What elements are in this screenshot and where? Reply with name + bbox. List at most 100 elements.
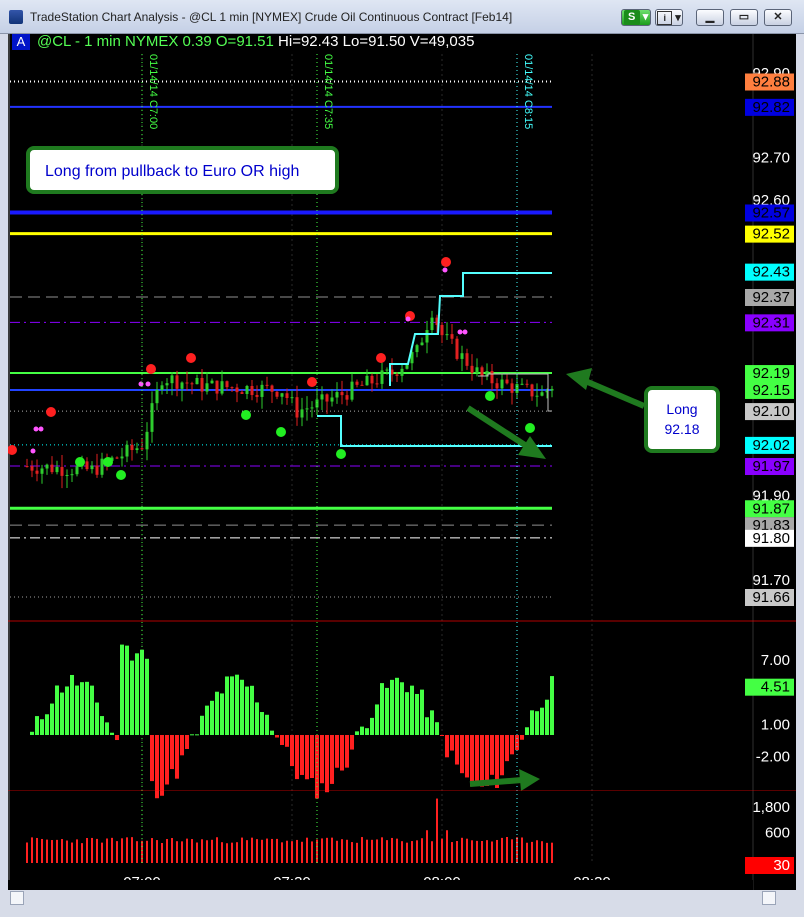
candle-body xyxy=(25,466,29,468)
osc-bar xyxy=(405,692,409,735)
osc-bar xyxy=(300,735,304,775)
osc-bar xyxy=(535,711,539,735)
osc-bar xyxy=(75,685,79,735)
info-button[interactable]: i ▾ xyxy=(655,9,683,26)
volume-bar xyxy=(436,798,438,863)
scroll-right-button[interactable] xyxy=(762,891,776,905)
osc-bar xyxy=(60,692,64,735)
osc-bar xyxy=(355,731,359,735)
osc-bar xyxy=(275,735,279,738)
volume-bar xyxy=(346,839,348,863)
volume-bar xyxy=(266,838,268,863)
candle-body xyxy=(175,375,179,389)
osc-bar xyxy=(30,731,34,735)
osc-bar xyxy=(440,735,444,736)
x-axis-strip xyxy=(8,880,753,890)
signal-dot xyxy=(146,364,156,374)
strategy-button[interactable]: S ▾ xyxy=(621,9,651,26)
osc-bar xyxy=(370,717,374,735)
candle-body xyxy=(470,365,474,373)
candle-body xyxy=(230,387,234,389)
volume-bar xyxy=(276,838,278,863)
volume-bar xyxy=(396,838,398,863)
osc-bar xyxy=(150,735,154,782)
osc-bar xyxy=(95,702,99,735)
candle-body xyxy=(285,393,289,399)
signal-dot xyxy=(75,457,85,467)
volume-bar xyxy=(141,841,143,863)
volume-bar xyxy=(356,842,358,863)
osc-bar xyxy=(475,735,479,784)
osc-bar xyxy=(40,719,44,735)
candle-body xyxy=(350,381,354,400)
volume-bar xyxy=(426,830,428,863)
osc-bar xyxy=(465,735,469,778)
volume-bar xyxy=(61,839,63,863)
volume-bar xyxy=(461,837,463,863)
signal-dot xyxy=(38,426,44,432)
volume-bar xyxy=(191,839,193,863)
osc-bar xyxy=(550,676,554,735)
volume-bar xyxy=(316,839,318,863)
volume-bar xyxy=(171,838,173,863)
horizontal-scrollbar[interactable] xyxy=(0,890,804,917)
candle-body xyxy=(370,375,374,384)
chart-a-badge[interactable]: A xyxy=(12,34,30,50)
volume-bar xyxy=(406,842,408,863)
volume-bar xyxy=(41,838,43,863)
candle-body xyxy=(345,395,349,400)
candle-body xyxy=(305,408,309,410)
symbol-text: @CL - 1 min NYMEX 0.39 O=91.51 xyxy=(37,33,274,50)
signal-dot xyxy=(457,329,463,335)
annotation-long-box[interactable] xyxy=(644,386,720,453)
candle-body xyxy=(85,461,89,470)
chart-canvas[interactable]: 07:0007:3008:0008:3092.9092.7092.6091.90… xyxy=(8,34,796,890)
osc-bar xyxy=(325,735,329,793)
candle-body xyxy=(335,392,339,398)
volume-bar xyxy=(326,837,328,863)
volume-bar xyxy=(131,837,133,863)
candle-body xyxy=(530,384,534,397)
osc-bar xyxy=(165,735,169,785)
candle-body xyxy=(455,338,459,359)
scroll-left-button[interactable] xyxy=(10,891,24,905)
osc-bar xyxy=(90,685,94,735)
osc-bar xyxy=(520,735,524,740)
info-button-label: i xyxy=(657,11,673,25)
close-icon: ✕ xyxy=(773,11,783,23)
volume-bar xyxy=(201,839,203,863)
candle-body xyxy=(45,464,49,469)
osc-bar xyxy=(490,735,494,775)
volume-bar xyxy=(216,837,218,863)
indicator-lines xyxy=(8,257,552,480)
volume-bar xyxy=(381,837,383,863)
candle-body xyxy=(355,381,359,385)
close-button[interactable]: ✕ xyxy=(764,9,792,26)
signal-dot xyxy=(307,377,317,387)
volume-bar xyxy=(56,839,58,863)
candle-body xyxy=(270,385,274,392)
volume-bar xyxy=(506,837,508,863)
candle-body xyxy=(120,456,124,459)
level-label: 92.43 xyxy=(752,264,790,281)
volume-bar xyxy=(531,841,533,863)
osc-bar xyxy=(110,732,114,735)
candle-body xyxy=(140,448,144,450)
candle-body xyxy=(145,431,149,450)
volume-bar xyxy=(456,840,458,863)
volume-bar xyxy=(66,840,68,863)
session-marker-label: 01/14/14 C7:00 xyxy=(147,54,159,129)
chart-frame[interactable]: 07:0007:3008:0008:3092.9092.7092.6091.90… xyxy=(8,33,796,890)
signal-dot xyxy=(138,381,144,387)
level-label: 91.97 xyxy=(752,458,790,475)
candle-body xyxy=(475,367,479,373)
annotation-long-line: 92.18 xyxy=(664,421,699,437)
osc-tick-label: 7.00 xyxy=(761,652,790,669)
volume-bar xyxy=(336,840,338,863)
maximize-button[interactable]: ▭ xyxy=(730,9,758,26)
volume-bar xyxy=(226,843,228,863)
minimize-button[interactable]: ▁ xyxy=(696,9,724,26)
chart-panel-divider-1 xyxy=(8,620,796,622)
candle-body xyxy=(30,466,34,471)
tradestation-app-icon xyxy=(9,10,23,24)
